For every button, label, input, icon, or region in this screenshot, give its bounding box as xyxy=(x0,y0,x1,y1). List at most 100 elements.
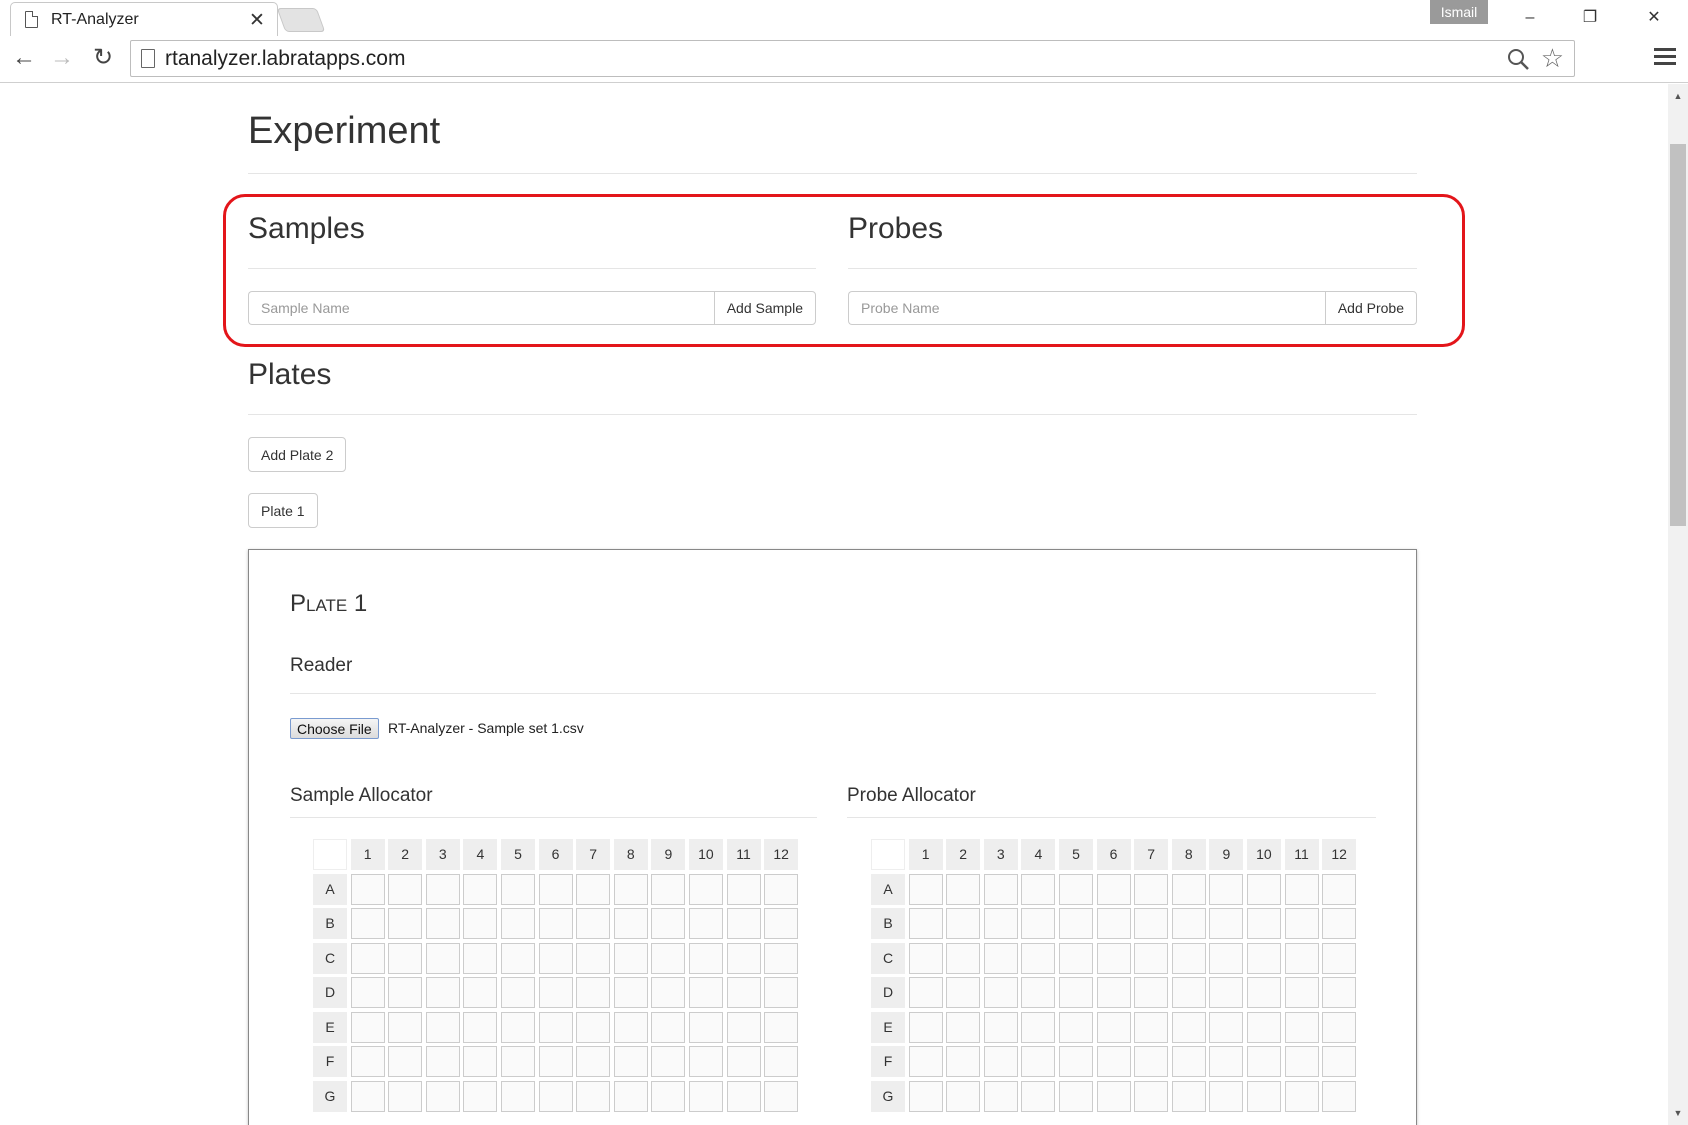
sample-well[interactable] xyxy=(688,1080,723,1112)
probe-well[interactable] xyxy=(946,873,981,905)
probe-well[interactable] xyxy=(1134,873,1169,905)
back-arrow-icon[interactable]: ← xyxy=(10,44,38,72)
probe-well[interactable] xyxy=(1284,1011,1319,1043)
sample-well[interactable] xyxy=(651,1011,686,1043)
probe-well[interactable] xyxy=(1209,977,1244,1008)
sample-well[interactable] xyxy=(500,942,535,974)
sample-well[interactable] xyxy=(350,942,385,974)
sample-well[interactable] xyxy=(538,977,573,1008)
probe-well[interactable] xyxy=(908,942,943,974)
sample-well[interactable] xyxy=(688,1011,723,1043)
sample-well[interactable] xyxy=(613,1046,648,1077)
probe-well[interactable] xyxy=(1021,977,1056,1008)
sample-well[interactable] xyxy=(651,908,686,939)
sample-well[interactable] xyxy=(538,942,573,974)
restore-icon[interactable]: ❐ xyxy=(1570,4,1610,32)
probe-well[interactable] xyxy=(1171,1011,1206,1043)
sample-well[interactable] xyxy=(613,942,648,974)
probe-well[interactable] xyxy=(1246,873,1281,905)
sample-well[interactable] xyxy=(726,873,761,905)
sample-well[interactable] xyxy=(576,1046,611,1077)
probe-well[interactable] xyxy=(1246,1011,1281,1043)
sample-well[interactable] xyxy=(688,942,723,974)
sample-well[interactable] xyxy=(538,1080,573,1112)
forward-arrow-icon[interactable]: → xyxy=(48,44,76,72)
probe-well[interactable] xyxy=(1096,1046,1131,1077)
probe-well[interactable] xyxy=(1209,1011,1244,1043)
sample-well[interactable] xyxy=(500,977,535,1008)
probe-well[interactable] xyxy=(1284,873,1319,905)
sample-name-input[interactable] xyxy=(248,291,714,325)
sample-well[interactable] xyxy=(576,873,611,905)
probe-well[interactable] xyxy=(1322,1011,1357,1043)
probe-well[interactable] xyxy=(946,942,981,974)
probe-well[interactable] xyxy=(908,1080,943,1112)
probe-well[interactable] xyxy=(1322,908,1357,939)
sample-well[interactable] xyxy=(463,977,498,1008)
sample-well[interactable] xyxy=(764,977,799,1008)
probe-well[interactable] xyxy=(1171,873,1206,905)
add-plate-button[interactable]: Add Plate 2 xyxy=(248,437,347,472)
reload-icon[interactable]: ↻ xyxy=(89,44,117,72)
probe-well[interactable] xyxy=(1284,1046,1319,1077)
sample-well[interactable] xyxy=(388,942,423,974)
probe-well[interactable] xyxy=(946,1046,981,1077)
sample-well[interactable] xyxy=(613,873,648,905)
sample-well[interactable] xyxy=(726,942,761,974)
vertical-scrollbar[interactable]: ▲ ▼ xyxy=(1668,84,1688,1125)
sample-well[interactable] xyxy=(688,1046,723,1077)
probe-well[interactable] xyxy=(1284,942,1319,974)
sample-well[interactable] xyxy=(388,977,423,1008)
probe-well[interactable] xyxy=(908,1011,943,1043)
probe-well[interactable] xyxy=(1096,1080,1131,1112)
sample-well[interactable] xyxy=(538,1046,573,1077)
zoom-icon[interactable] xyxy=(1506,47,1530,71)
probe-well[interactable] xyxy=(1096,977,1131,1008)
probe-well[interactable] xyxy=(983,1011,1018,1043)
sample-well[interactable] xyxy=(463,942,498,974)
probe-well[interactable] xyxy=(1096,942,1131,974)
sample-well[interactable] xyxy=(613,1080,648,1112)
probe-well[interactable] xyxy=(1058,1046,1093,1077)
probe-well[interactable] xyxy=(1058,908,1093,939)
minimize-icon[interactable]: – xyxy=(1510,4,1550,32)
sample-well[interactable] xyxy=(651,873,686,905)
probe-well[interactable] xyxy=(908,873,943,905)
probe-well[interactable] xyxy=(1134,977,1169,1008)
probe-well[interactable] xyxy=(983,942,1018,974)
probe-well[interactable] xyxy=(1058,977,1093,1008)
sample-well[interactable] xyxy=(463,873,498,905)
sample-well[interactable] xyxy=(388,1011,423,1043)
sample-well[interactable] xyxy=(688,908,723,939)
sample-well[interactable] xyxy=(388,908,423,939)
sample-well[interactable] xyxy=(425,977,460,1008)
browser-tab[interactable]: RT-Analyzer ✕ xyxy=(10,2,278,36)
probe-well[interactable] xyxy=(1134,942,1169,974)
probe-well[interactable] xyxy=(946,977,981,1008)
sample-well[interactable] xyxy=(576,1011,611,1043)
sample-well[interactable] xyxy=(726,1046,761,1077)
sample-well[interactable] xyxy=(350,977,385,1008)
probe-well[interactable] xyxy=(946,908,981,939)
close-window-icon[interactable]: ✕ xyxy=(1634,4,1674,32)
sample-well[interactable] xyxy=(350,1046,385,1077)
probe-well[interactable] xyxy=(1246,908,1281,939)
probe-well[interactable] xyxy=(1171,1080,1206,1112)
probe-well[interactable] xyxy=(1246,942,1281,974)
sample-well[interactable] xyxy=(726,908,761,939)
probe-well[interactable] xyxy=(1209,873,1244,905)
sample-well[interactable] xyxy=(764,908,799,939)
sample-well[interactable] xyxy=(613,977,648,1008)
probe-well[interactable] xyxy=(1021,873,1056,905)
sample-well[interactable] xyxy=(613,908,648,939)
sample-well[interactable] xyxy=(463,1011,498,1043)
probe-well[interactable] xyxy=(1058,1011,1093,1043)
sample-well[interactable] xyxy=(350,908,385,939)
sample-well[interactable] xyxy=(764,873,799,905)
probe-well[interactable] xyxy=(908,908,943,939)
sample-well[interactable] xyxy=(388,1046,423,1077)
probe-well[interactable] xyxy=(1322,1080,1357,1112)
sample-well[interactable] xyxy=(425,942,460,974)
probe-well[interactable] xyxy=(1058,942,1093,974)
sample-well[interactable] xyxy=(425,873,460,905)
